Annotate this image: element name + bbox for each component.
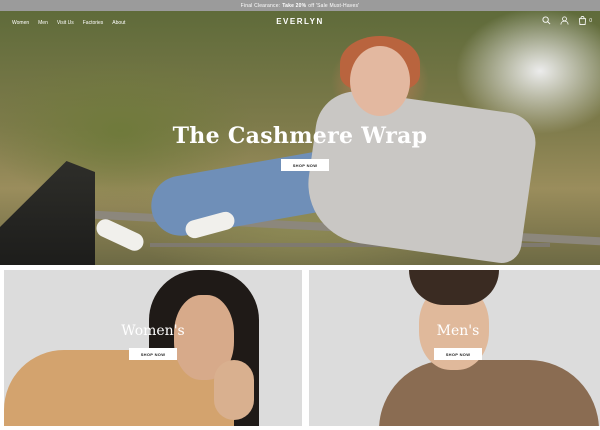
bag-icon [579,16,587,25]
nav-link-factories[interactable]: Factories [83,20,104,26]
cart-count: 0 [589,17,592,24]
hero-model-sweater [300,86,540,265]
men-shop-now-button[interactable]: SHOP NOW [434,348,482,360]
nav-link-visit-us[interactable]: Visit Us [57,20,74,26]
women-shop-now-button[interactable]: SHOP NOW [129,348,177,360]
men-model-hair [409,270,499,305]
category-card-women[interactable]: Women's SHOP NOW [4,270,302,426]
category-title-men: Men's [436,323,480,339]
announcement-prefix: Final Clearance: [240,2,281,9]
category-grid: Women's SHOP NOW Men's SHOP NOW [4,270,600,426]
announcement-suffix: off 'Sale Must-Haves' [308,2,360,9]
hero-banner: Women Men Visit Us Factories About EVERL… [0,11,600,265]
men-model-sweater [379,360,599,426]
search-icon[interactable] [542,16,551,25]
hero-bench-image [0,161,95,265]
user-icon[interactable] [560,16,569,25]
announcement-bar: Final Clearance: Take 20% off 'Sale Must… [0,0,600,11]
hero-model-face [350,46,410,116]
nav-link-about[interactable]: About [112,20,125,26]
hero-title: The Cashmere Wrap [172,123,428,149]
hero-shop-now-button[interactable]: SHOP NOW [281,159,329,171]
nav-link-men[interactable]: Men [38,20,48,26]
announcement-highlight[interactable]: Take 20% [282,3,306,9]
nav-link-women[interactable]: Women [12,20,29,26]
women-model-hand [214,360,254,420]
category-title-women: Women's [121,323,185,339]
main-nav: Women Men Visit Us Factories About [0,11,600,35]
category-card-men[interactable]: Men's SHOP NOW [309,270,600,426]
hero-model-shoe-left [93,216,147,254]
header-icons: 0 [542,16,592,25]
cart-button[interactable]: 0 [578,16,592,25]
